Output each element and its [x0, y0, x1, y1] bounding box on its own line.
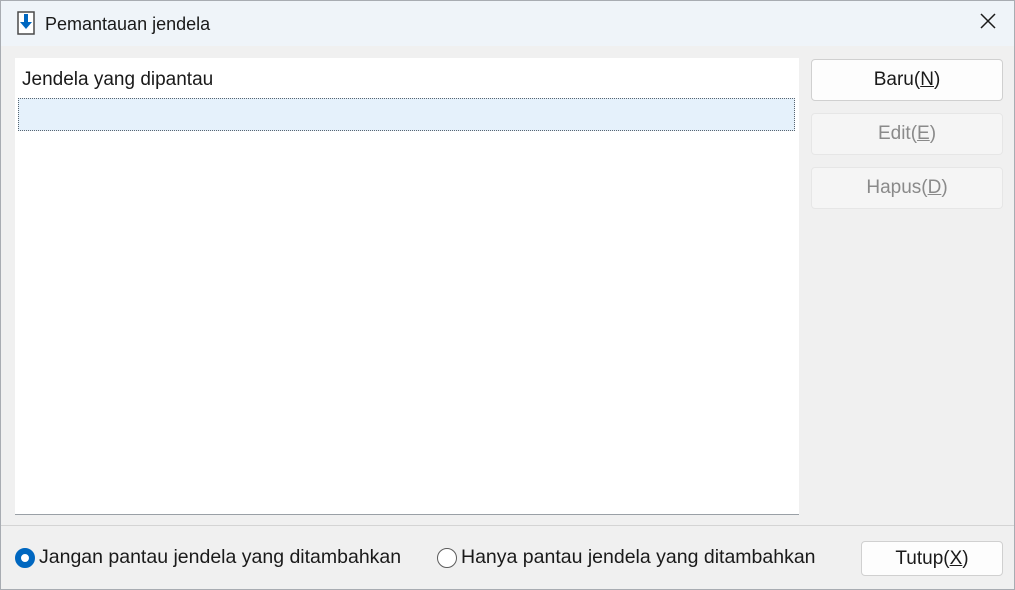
radio-selected-icon[interactable] [15, 547, 35, 568]
close-window-button[interactable] [962, 1, 1014, 46]
dialog-window: Pemantauan jendela Jendela yang dipantau… [0, 0, 1015, 590]
bottom-separator [1, 525, 1014, 526]
new-button[interactable]: Baru(N) [811, 59, 1003, 101]
radio-only-added[interactable]: Hanya pantau jendela yang ditambahkan [437, 546, 816, 569]
close-button[interactable]: Tutup(X) [861, 541, 1003, 576]
title-bar: Pemantauan jendela [1, 1, 1014, 46]
list-header: Jendela yang dipantau [22, 69, 214, 90]
list-item[interactable] [18, 98, 795, 131]
monitored-windows-list[interactable]: Jendela yang dipantau [15, 58, 799, 515]
radio-unselected-icon[interactable] [437, 547, 457, 568]
window-title: Pemantauan jendela [45, 14, 211, 34]
edit-button[interactable]: Edit(E) [811, 113, 1003, 155]
close-icon [979, 12, 997, 35]
download-arrow-icon [15, 11, 37, 35]
radio-exclude-added[interactable]: Jangan pantau jendela yang ditambahkan [15, 546, 401, 569]
radio-only-added-label: Hanya pantau jendela yang ditambahkan [461, 546, 816, 568]
radio-exclude-added-label: Jangan pantau jendela yang ditambahkan [39, 546, 402, 568]
delete-button[interactable]: Hapus(D) [811, 167, 1003, 209]
